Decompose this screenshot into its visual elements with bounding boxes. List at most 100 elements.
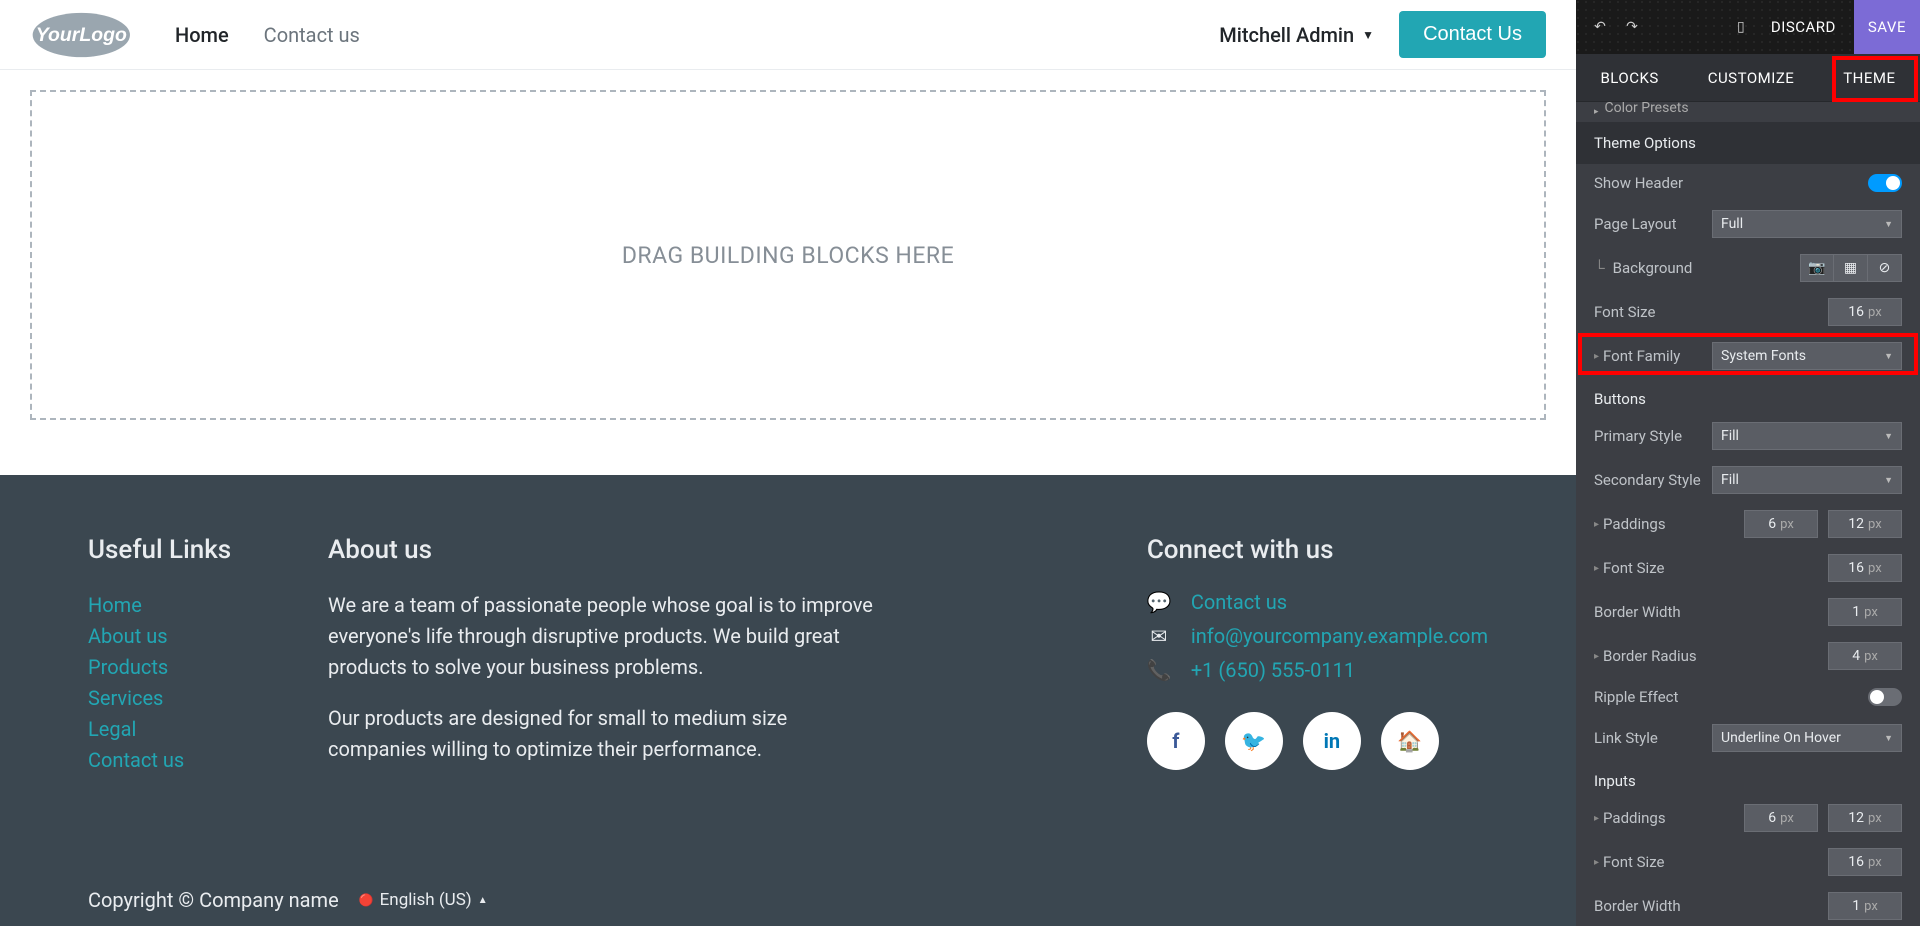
nav-home[interactable]: Home: [175, 23, 229, 47]
link-style-select[interactable]: Underline On Hover▼: [1712, 724, 1902, 752]
home-icon: 🏠: [1397, 729, 1422, 753]
connect-title: Connect with us: [1147, 535, 1488, 565]
font-size-input[interactable]: 16 px: [1828, 298, 1902, 326]
chevron-right-icon: ▸: [1594, 651, 1599, 662]
none-icon: ⊘: [1879, 260, 1891, 276]
border-radius-input[interactable]: 4px: [1828, 642, 1902, 670]
drop-zone[interactable]: DRAG BUILDING BLOCKS HERE: [30, 90, 1546, 420]
inp-border-width-label: Border Width: [1594, 897, 1681, 915]
border-width-input[interactable]: 1px: [1828, 598, 1902, 626]
link-style-value: Underline On Hover: [1721, 730, 1841, 746]
primary-style-label: Primary Style: [1594, 427, 1682, 445]
chevron-right-icon: ▸: [1594, 857, 1599, 868]
caret-down-icon: ▼: [1884, 351, 1893, 362]
svg-text:YourLogo: YourLogo: [36, 24, 127, 46]
font-family-label: ▸Font Family: [1594, 347, 1680, 365]
tab-customize[interactable]: CUSTOMIZE: [1700, 55, 1803, 101]
flag-icon: 🔴: [359, 893, 374, 907]
site-logo[interactable]: YourLogo: [30, 10, 145, 60]
btn-font-size-label: ▸Font Size: [1594, 559, 1664, 577]
paddings-v2-input[interactable]: 12px: [1828, 510, 1902, 538]
linkedin-button[interactable]: in: [1303, 712, 1361, 770]
inp-font-size-label: ▸Font Size: [1594, 853, 1664, 871]
background-image-button[interactable]: 📷: [1800, 254, 1834, 282]
background-none-button[interactable]: ⊘: [1868, 254, 1902, 282]
btn-font-size-input[interactable]: 16px: [1828, 554, 1902, 582]
paddings-label: ▸Paddings: [1594, 515, 1666, 533]
inp-paddings-v2: 12: [1848, 810, 1864, 826]
page-layout-value: Full: [1721, 216, 1743, 232]
grid-icon: ▦: [1844, 260, 1857, 276]
inp-paddings-v1-input[interactable]: 6px: [1744, 804, 1818, 832]
border-width-value: 1: [1852, 604, 1860, 620]
home-social-button[interactable]: 🏠: [1381, 712, 1439, 770]
chevron-right-icon: ▸: [1594, 563, 1599, 574]
footer-col-connect: Connect with us 💬 Contact us ✉ info@your…: [1147, 535, 1488, 785]
buttons-header: Buttons: [1576, 378, 1920, 414]
logo-svg: YourLogo: [30, 10, 145, 60]
border-radius-value: 4: [1852, 648, 1860, 664]
font-size-value: 16: [1848, 304, 1864, 320]
footer-link-legal[interactable]: Legal: [88, 714, 268, 745]
inp-border-width-input[interactable]: 1px: [1828, 892, 1902, 920]
font-family-select[interactable]: System Fonts▼: [1712, 342, 1902, 370]
color-presets-collapsed[interactable]: ▸Color Presets: [1576, 102, 1920, 122]
paddings-v2: 12: [1848, 516, 1864, 532]
page-layout-select[interactable]: Full▼: [1712, 210, 1902, 238]
mobile-preview-button[interactable]: ▯: [1729, 15, 1753, 39]
border-width-label: Border Width: [1594, 603, 1681, 621]
footer-link-products[interactable]: Products: [88, 652, 268, 683]
footer-link-about[interactable]: About us: [88, 621, 268, 652]
inp-font-size-input[interactable]: 16px: [1828, 848, 1902, 876]
chevron-right-icon: ▸: [1594, 519, 1599, 530]
border-radius-label: ▸Border Radius: [1594, 647, 1697, 665]
caret-down-icon: ▼: [1884, 431, 1893, 442]
mobile-icon: ▯: [1737, 19, 1745, 35]
tab-theme[interactable]: THEME: [1835, 55, 1903, 101]
drop-zone-text: DRAG BUILDING BLOCKS HERE: [622, 242, 954, 269]
connect-phone-link[interactable]: +1 (650) 555-0111: [1191, 658, 1355, 682]
save-button[interactable]: SAVE: [1854, 0, 1920, 54]
nav-contact-us[interactable]: Contact us: [264, 23, 360, 47]
speech-bubble-icon: 💬: [1147, 590, 1171, 614]
tab-blocks[interactable]: BLOCKS: [1592, 55, 1666, 101]
font-size-label: Font Size: [1594, 303, 1655, 321]
chevron-down-icon: ▼: [1362, 28, 1374, 42]
chevron-up-icon: ▲: [478, 895, 488, 906]
inp-border-width-value: 1: [1852, 898, 1860, 914]
undo-icon: ↶: [1594, 19, 1606, 35]
show-header-toggle[interactable]: [1868, 174, 1902, 192]
twitter-icon: 🐦: [1241, 729, 1266, 753]
font-size-unit: px: [1868, 305, 1882, 320]
twitter-button[interactable]: 🐦: [1225, 712, 1283, 770]
footer-link-contact[interactable]: Contact us: [88, 745, 268, 776]
primary-style-select[interactable]: Fill▼: [1712, 422, 1902, 450]
caret-down-icon: ▼: [1884, 475, 1893, 486]
user-name: Mitchell Admin: [1219, 23, 1354, 47]
discard-button[interactable]: DISCARD: [1771, 18, 1836, 36]
chevron-right-icon: ▸: [1594, 813, 1599, 824]
secondary-style-select[interactable]: Fill▼: [1712, 466, 1902, 494]
chevron-right-icon: ▸: [1594, 106, 1599, 118]
paddings-v1-input[interactable]: 6px: [1744, 510, 1818, 538]
connect-contact-link[interactable]: Contact us: [1191, 590, 1287, 614]
redo-icon: ↷: [1626, 19, 1638, 35]
contact-us-button[interactable]: Contact Us: [1399, 11, 1546, 58]
footer-link-services[interactable]: Services: [88, 683, 268, 714]
language-picker[interactable]: 🔴 English (US) ▲: [359, 890, 488, 910]
editor-panel: ↶ ↷ ▯ DISCARD SAVE BLOCKS CUSTOMIZE THEM…: [1576, 0, 1920, 926]
inp-paddings-v2-input[interactable]: 12px: [1828, 804, 1902, 832]
footer-link-home[interactable]: Home: [88, 590, 268, 621]
undo-button[interactable]: ↶: [1588, 15, 1612, 39]
ripple-toggle[interactable]: [1868, 688, 1902, 706]
redo-button[interactable]: ↷: [1620, 15, 1644, 39]
background-grid-button[interactable]: ▦: [1834, 254, 1868, 282]
inp-paddings-label: ▸Paddings: [1594, 809, 1666, 827]
user-dropdown[interactable]: Mitchell Admin ▼: [1219, 23, 1374, 47]
inp-paddings-v1: 6: [1768, 810, 1776, 826]
site-top-nav: YourLogo Home Contact us Mitchell Admin …: [0, 0, 1576, 70]
inp-font-size-value: 16: [1848, 854, 1864, 870]
connect-email-link[interactable]: info@yourcompany.example.com: [1191, 624, 1488, 648]
facebook-button[interactable]: f: [1147, 712, 1205, 770]
facebook-icon: f: [1172, 729, 1179, 753]
